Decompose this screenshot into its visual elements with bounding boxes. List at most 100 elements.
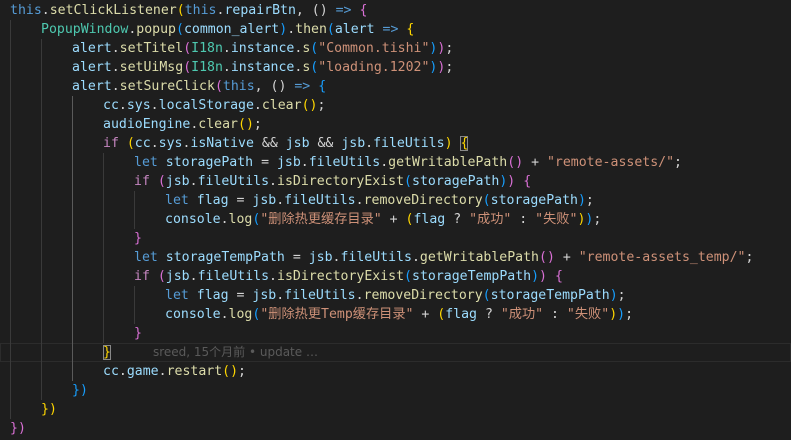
indent-guide — [134, 305, 135, 324]
indent-guide — [72, 96, 73, 115]
code-line[interactable]: alert.setUiMsg(I18n.instance.s("loading.… — [0, 58, 791, 77]
code-line[interactable]: console.log("删除热更缓存目录" + (flag ? "成功" : … — [0, 210, 791, 229]
indent-guide — [10, 267, 11, 286]
indent-guide — [41, 324, 42, 343]
indent-guide — [103, 210, 104, 229]
code-text: } — [134, 326, 142, 341]
code-text: let storageTempPath = jsb.fileUtils.getW… — [134, 250, 754, 265]
indent-guide — [103, 248, 104, 267]
indent-guide — [41, 153, 42, 172]
indent-guide — [41, 229, 42, 248]
indent-guide — [72, 324, 73, 343]
code-line[interactable]: }) — [0, 419, 791, 438]
indent-guide — [10, 210, 11, 229]
code-text: console.log("删除热更缓存目录" + (flag ? "成功" : … — [165, 212, 602, 227]
code-line[interactable]: cc.sys.localStorage.clear(); — [0, 96, 791, 115]
code-text: console.log("删除热更Temp缓存目录" + (flag ? "成功… — [165, 307, 634, 322]
code-line[interactable]: alert.setTitel(I18n.instance.s("Common.t… — [0, 39, 791, 58]
indent-guide — [10, 248, 11, 267]
indent-guide — [10, 400, 11, 419]
indent-guide — [41, 286, 42, 305]
code-line[interactable]: console.log("删除热更Temp缓存目录" + (flag ? "成功… — [0, 305, 791, 324]
indent-guide — [103, 172, 104, 191]
indent-guide — [41, 381, 42, 400]
indent-guide — [103, 286, 104, 305]
indent-guide — [41, 343, 42, 362]
code-line[interactable]: audioEngine.clear(); — [0, 115, 791, 134]
indent-guide — [103, 305, 104, 324]
indent-guide — [72, 153, 73, 172]
indent-guide — [41, 362, 42, 381]
code-text: let storagePath = jsb.fileUtils.getWrita… — [134, 155, 682, 170]
indent-guide — [41, 96, 42, 115]
code-line[interactable]: let storagePath = jsb.fileUtils.getWrita… — [0, 153, 791, 172]
indent-guide — [10, 362, 11, 381]
code-line[interactable]: let flag = jsb.fileUtils.removeDirectory… — [0, 286, 791, 305]
code-line[interactable]: if (cc.sys.isNative && jsb && jsb.fileUt… — [0, 134, 791, 153]
code-line[interactable]: }) — [0, 400, 791, 419]
code-line[interactable]: PopupWindow.popup(common_alert).then(ale… — [0, 20, 791, 39]
code-editor[interactable]: this.setClickListener(this.repairBtn, ()… — [0, 1, 791, 440]
indent-guide — [41, 191, 42, 210]
indent-guide — [41, 305, 42, 324]
indent-guide — [10, 305, 11, 324]
indent-guide — [10, 77, 11, 96]
indent-guide — [10, 286, 11, 305]
code-text: }) — [72, 383, 88, 398]
indent-guide — [134, 286, 135, 305]
code-text: cc.game.restart(); — [103, 364, 246, 379]
code-text: }) — [10, 421, 26, 436]
indent-guide — [72, 267, 73, 286]
code-text: if (jsb.fileUtils.isDirectoryExist(stora… — [134, 269, 563, 284]
indent-guide — [41, 39, 42, 58]
code-line[interactable]: let storageTempPath = jsb.fileUtils.getW… — [0, 248, 791, 267]
code-line[interactable]: cc.game.restart(); — [0, 362, 791, 381]
code-text: PopupWindow.popup(common_alert).then(ale… — [41, 22, 415, 37]
indent-guide — [72, 305, 73, 324]
code-line[interactable]: }) — [0, 381, 791, 400]
indent-guide — [10, 343, 11, 362]
indent-guide — [72, 362, 73, 381]
code-line[interactable]: this.setClickListener(this.repairBtn, ()… — [0, 1, 791, 20]
code-line-current[interactable]: } sreed, 15个月前 • update … — [0, 343, 791, 362]
indent-guide — [10, 191, 11, 210]
code-line[interactable]: if (jsb.fileUtils.isDirectoryExist(stora… — [0, 267, 791, 286]
code-line[interactable]: } — [0, 229, 791, 248]
indent-guide — [72, 115, 73, 134]
code-text: alert.setUiMsg(I18n.instance.s("loading.… — [72, 60, 454, 75]
indent-guide — [72, 210, 73, 229]
code-line[interactable]: let flag = jsb.fileUtils.removeDirectory… — [0, 191, 791, 210]
indent-guide — [72, 286, 73, 305]
indent-guide — [41, 77, 42, 96]
indent-guide — [72, 134, 73, 153]
indent-guide — [103, 229, 104, 248]
code-line[interactable]: alert.setSureClick(this, () => { — [0, 77, 791, 96]
code-line[interactable]: } — [0, 324, 791, 343]
indent-guide — [10, 134, 11, 153]
indent-guide — [10, 153, 11, 172]
code-text: alert.setTitel(I18n.instance.s("Common.t… — [72, 41, 454, 56]
indent-guide — [41, 210, 42, 229]
indent-guide — [10, 20, 11, 39]
indent-guide — [72, 191, 73, 210]
code-text: alert.setSureClick(this, () => { — [72, 79, 327, 94]
indent-guide — [72, 229, 73, 248]
indent-guide — [10, 229, 11, 248]
indent-guide — [41, 134, 42, 153]
code-text: audioEngine.clear(); — [103, 117, 262, 132]
indent-guide — [72, 248, 73, 267]
code-text: if (cc.sys.isNative && jsb && jsb.fileUt… — [103, 136, 469, 151]
indent-guide — [41, 267, 42, 286]
code-line[interactable]: if (jsb.fileUtils.isDirectoryExist(stora… — [0, 172, 791, 191]
indent-guide — [10, 324, 11, 343]
git-blame-annotation[interactable]: sreed, 15个月前 • update … — [153, 345, 318, 359]
indent-guide — [10, 381, 11, 400]
indent-guide — [72, 343, 73, 362]
indent-guide — [41, 248, 42, 267]
indent-guide — [10, 172, 11, 191]
indent-guide — [41, 58, 42, 77]
code-text: } sreed, 15个月前 • update … — [103, 345, 318, 360]
indent-guide — [103, 153, 104, 172]
code-text: if (jsb.fileUtils.isDirectoryExist(stora… — [134, 174, 532, 189]
code-text: let flag = jsb.fileUtils.removeDirectory… — [165, 288, 626, 303]
